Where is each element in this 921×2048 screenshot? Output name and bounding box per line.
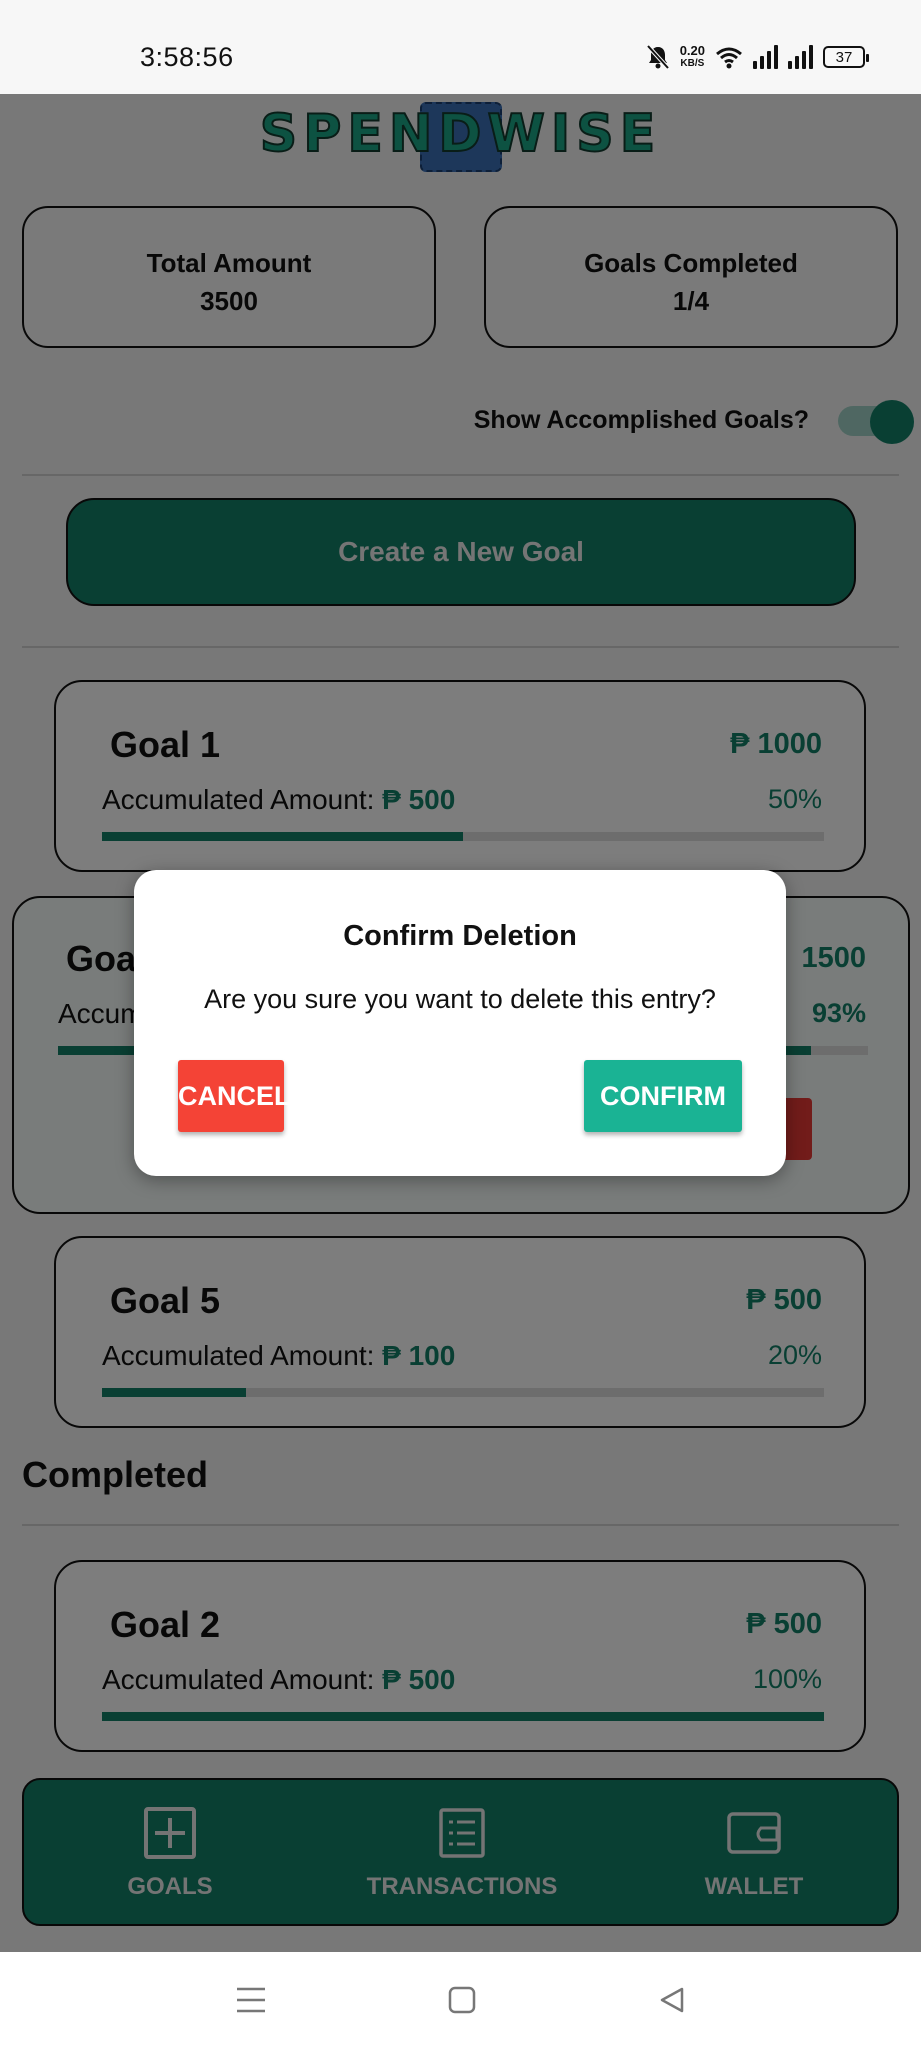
home-icon[interactable] [448,1986,476,2014]
confirm-button[interactable]: CONFIRM [584,1060,742,1132]
dialog-message: Are you sure you want to delete this ent… [204,984,716,1014]
status-bar: 3:58:56 0.20 KB/S 37 [0,0,921,94]
mute-bell-icon [646,44,670,70]
back-icon[interactable] [658,1986,686,2014]
status-icons: 0.20 KB/S 37 [646,43,869,70]
net-speed: 0.20 KB/S [679,43,705,69]
dialog-title: Confirm Deletion [343,920,577,952]
battery-icon: 37 [823,46,869,68]
signal-2-icon [788,45,813,69]
menu-icon[interactable] [236,1986,266,2014]
signal-1-icon [753,45,778,69]
confirm-deletion-dialog: Confirm Deletion Are you sure you want t… [134,870,786,1176]
status-time: 3:58:56 [140,42,234,72]
system-nav-bar [0,1952,921,2048]
wifi-icon [716,47,742,69]
cancel-button[interactable]: CANCEL [178,1060,291,1132]
